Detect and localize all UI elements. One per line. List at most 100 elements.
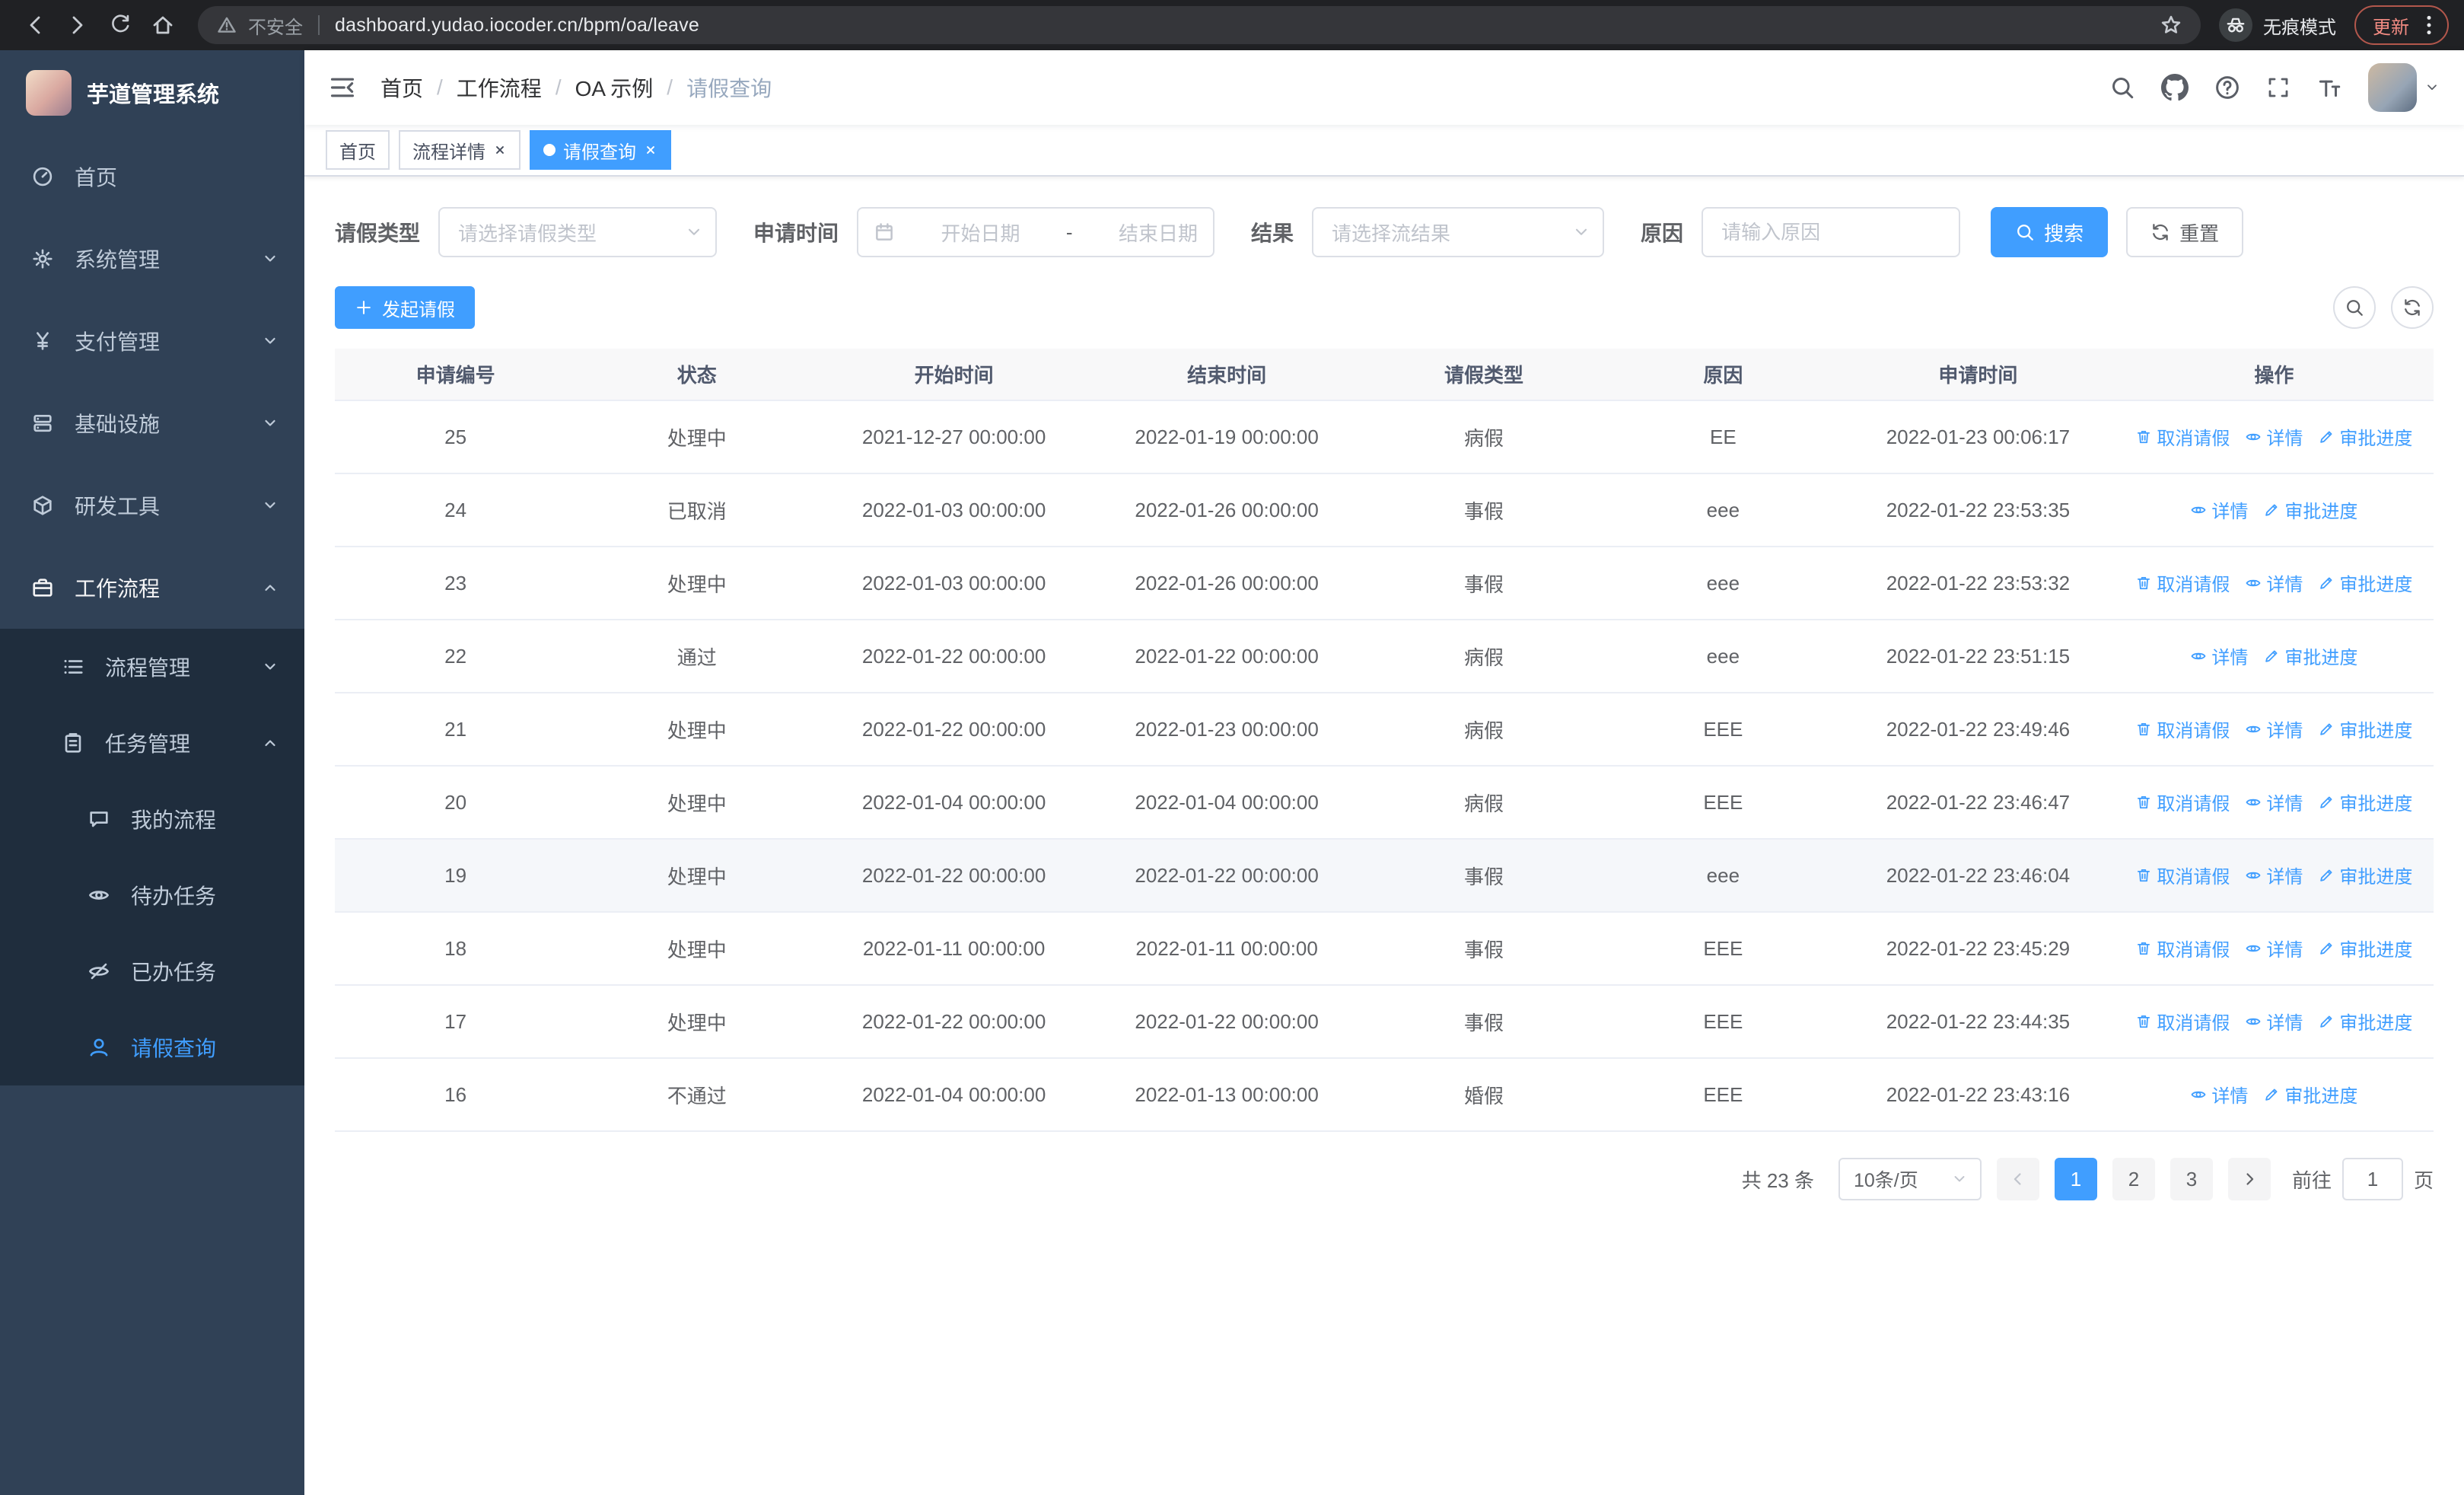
chevron-down-icon bbox=[262, 497, 279, 514]
sidebar-item[interactable]: 流程管理 bbox=[0, 629, 304, 705]
audit-progress-link[interactable]: 审批进度 bbox=[2318, 789, 2412, 815]
cancel-leave-link[interactable]: 取消请假 bbox=[2135, 716, 2230, 742]
cancel-leave-link[interactable]: 取消请假 bbox=[2135, 1008, 2230, 1034]
breadcrumb-item[interactable]: OA 示例 bbox=[575, 72, 654, 103]
table-cell: EE bbox=[1604, 400, 1842, 474]
font-size-icon[interactable] bbox=[2316, 75, 2342, 100]
table-cell: 2022-01-22 00:00:00 bbox=[817, 693, 1090, 767]
user-menu[interactable] bbox=[2368, 63, 2440, 112]
detail-link[interactable]: 详情 bbox=[2245, 716, 2303, 742]
sidebar-item[interactable]: 已办任务 bbox=[0, 933, 304, 1009]
tab[interactable]: 流程详情 bbox=[399, 130, 520, 170]
sidebar-item[interactable]: 基础设施 bbox=[0, 382, 304, 464]
column-header: 请假类型 bbox=[1363, 349, 1605, 401]
table-cell: 2021-12-27 00:00:00 bbox=[817, 400, 1090, 474]
page-size-select[interactable]: 10条/页 bbox=[1838, 1158, 1982, 1200]
tab[interactable]: 首页 bbox=[326, 130, 390, 170]
next-page-button[interactable] bbox=[2227, 1158, 2271, 1200]
sidebar-item[interactable]: 待办任务 bbox=[0, 857, 304, 933]
close-icon[interactable] bbox=[644, 143, 657, 157]
browser-home-button[interactable] bbox=[143, 5, 183, 45]
browser-back-button[interactable] bbox=[15, 5, 55, 45]
reason-input[interactable] bbox=[1702, 207, 1961, 257]
toggle-search-button[interactable] bbox=[2333, 286, 2376, 329]
table-cell: eee bbox=[1604, 839, 1842, 913]
edit-icon bbox=[2318, 575, 2335, 591]
delete-icon bbox=[2135, 721, 2152, 738]
help-icon[interactable] bbox=[2214, 75, 2240, 100]
hamburger-icon[interactable] bbox=[329, 74, 356, 101]
table-cell: 2022-01-22 23:46:04 bbox=[1842, 839, 2115, 913]
browser-forward-button[interactable] bbox=[58, 5, 97, 45]
cancel-leave-link[interactable]: 取消请假 bbox=[2135, 862, 2230, 888]
audit-progress-link[interactable]: 审批进度 bbox=[2318, 569, 2412, 596]
address-bar[interactable]: 不安全 dashboard.yudao.iocoder.cn/bpm/oa/le… bbox=[198, 6, 2201, 44]
detail-link[interactable]: 详情 bbox=[2245, 789, 2303, 815]
edit-icon bbox=[2263, 502, 2280, 518]
table-cell: 已取消 bbox=[576, 473, 818, 547]
cancel-leave-link[interactable]: 取消请假 bbox=[2135, 935, 2230, 961]
active-tab-dot bbox=[543, 144, 556, 156]
create-leave-button[interactable]: 发起请假 bbox=[335, 286, 475, 329]
browser-reload-button[interactable] bbox=[100, 5, 140, 45]
detail-link[interactable]: 详情 bbox=[2245, 1008, 2303, 1034]
prev-page-button[interactable] bbox=[1996, 1158, 2039, 1200]
cube-icon bbox=[30, 494, 55, 517]
tab[interactable]: 请假查询 bbox=[530, 130, 671, 170]
audit-progress-link[interactable]: 审批进度 bbox=[2263, 642, 2357, 669]
eye-icon bbox=[2245, 940, 2262, 957]
detail-link[interactable]: 详情 bbox=[2245, 935, 2303, 961]
audit-progress-link[interactable]: 审批进度 bbox=[2318, 423, 2412, 450]
sidebar-item[interactable]: 我的流程 bbox=[0, 781, 304, 857]
security-label: 不安全 bbox=[248, 17, 303, 38]
leave-type-select[interactable]: 请选择请假类型 bbox=[438, 207, 718, 257]
close-icon[interactable] bbox=[493, 143, 507, 157]
detail-link[interactable]: 详情 bbox=[2190, 1081, 2248, 1108]
sidebar-item[interactable]: 研发工具 bbox=[0, 464, 304, 547]
cancel-leave-link[interactable]: 取消请假 bbox=[2135, 789, 2230, 815]
refresh-icon bbox=[2402, 298, 2422, 317]
sidebar-item[interactable]: 系统管理 bbox=[0, 218, 304, 300]
audit-progress-link[interactable]: 审批进度 bbox=[2318, 716, 2412, 742]
result-select[interactable]: 请选择流结果 bbox=[1312, 207, 1605, 257]
audit-progress-link[interactable]: 审批进度 bbox=[2318, 935, 2412, 961]
page-button[interactable]: 2 bbox=[2112, 1158, 2155, 1200]
app-logo[interactable]: 芋道管理系统 bbox=[0, 50, 304, 135]
detail-link[interactable]: 详情 bbox=[2190, 496, 2248, 523]
reset-button[interactable]: 重置 bbox=[2126, 207, 2244, 257]
search-icon[interactable] bbox=[2109, 75, 2135, 100]
bookmark-star-icon[interactable] bbox=[2160, 14, 2182, 37]
incognito-icon bbox=[2219, 8, 2252, 42]
sidebar-item[interactable]: 任务管理 bbox=[0, 705, 304, 781]
detail-link[interactable]: 详情 bbox=[2245, 569, 2303, 596]
sidebar-item[interactable]: 支付管理 bbox=[0, 300, 304, 382]
audit-progress-link[interactable]: 审批进度 bbox=[2263, 496, 2357, 523]
date-range-picker[interactable]: 开始日期 - 结束日期 bbox=[857, 207, 1215, 257]
browser-menu-icon[interactable] bbox=[2417, 13, 2441, 37]
audit-progress-link[interactable]: 审批进度 bbox=[2318, 1008, 2412, 1034]
page-button[interactable]: 3 bbox=[2170, 1158, 2213, 1200]
detail-link[interactable]: 详情 bbox=[2245, 423, 2303, 450]
refresh-table-button[interactable] bbox=[2391, 286, 2434, 329]
sidebar-item[interactable]: 请假查询 bbox=[0, 1009, 304, 1085]
detail-link[interactable]: 详情 bbox=[2245, 862, 2303, 888]
goto-page-input[interactable] bbox=[2341, 1158, 2403, 1200]
sidebar-item[interactable]: 工作流程 bbox=[0, 547, 304, 629]
search-button[interactable]: 搜索 bbox=[1991, 207, 2109, 257]
audit-progress-link[interactable]: 审批进度 bbox=[2263, 1081, 2357, 1108]
sidebar-item[interactable]: 首页 bbox=[0, 135, 304, 218]
breadcrumb-item[interactable]: 工作流程 bbox=[457, 72, 542, 103]
update-chip[interactable]: 更新 bbox=[2354, 5, 2449, 45]
breadcrumb-item[interactable]: 首页 bbox=[380, 72, 423, 103]
sidebar-item-label: 流程管理 bbox=[105, 656, 191, 680]
edit-icon bbox=[2263, 648, 2280, 665]
page-button[interactable]: 1 bbox=[2054, 1158, 2097, 1200]
search-icon bbox=[2345, 298, 2364, 317]
cancel-leave-link[interactable]: 取消请假 bbox=[2135, 423, 2230, 450]
detail-link[interactable]: 详情 bbox=[2190, 642, 2248, 669]
fullscreen-icon[interactable] bbox=[2266, 75, 2291, 100]
audit-progress-link[interactable]: 审批进度 bbox=[2318, 862, 2412, 888]
table-row: 18 处理中 2022-01-11 00:00:00 2022-01-11 00:00… bbox=[335, 912, 2434, 986]
cancel-leave-link[interactable]: 取消请假 bbox=[2135, 569, 2230, 596]
github-icon[interactable] bbox=[2161, 74, 2189, 101]
